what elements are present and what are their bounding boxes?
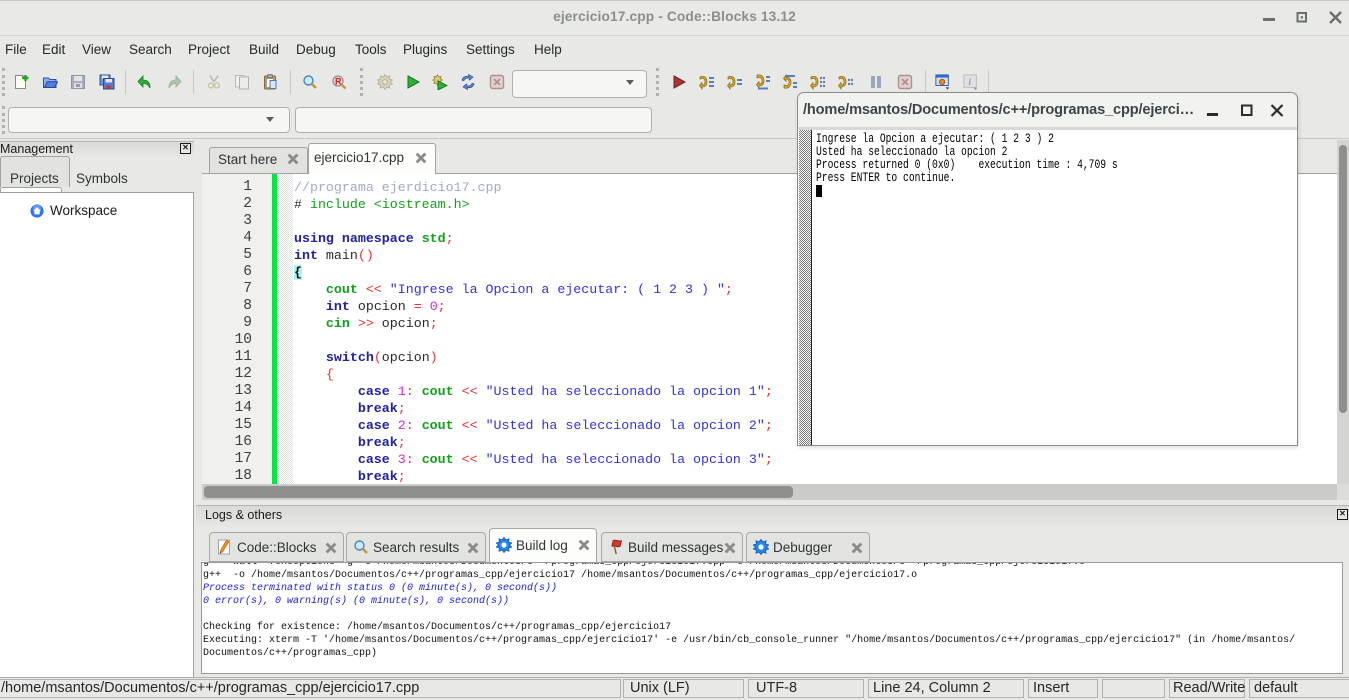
svg-text:i: i [968,77,971,88]
svg-text:R: R [335,77,342,87]
